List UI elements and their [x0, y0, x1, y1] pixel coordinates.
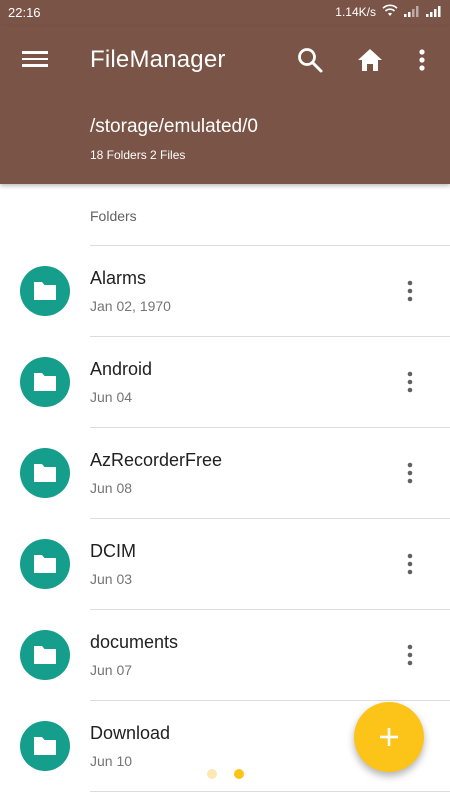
folder-avatar: [20, 539, 70, 589]
folder-list-item[interactable]: documents Jun 07: [0, 610, 450, 701]
folder-icon: [34, 646, 56, 664]
menu-button[interactable]: [22, 48, 48, 74]
folder-list-item[interactable]: Alarms Jan 02, 1970: [0, 246, 450, 337]
folder-name: AzRecorderFree: [90, 450, 223, 470]
folder-name: Android: [90, 359, 153, 379]
folder-date: Jun 08: [90, 480, 133, 496]
folder-avatar: [20, 266, 70, 316]
page-dot: [207, 769, 217, 779]
folder-icon: [34, 464, 56, 482]
add-button[interactable]: [354, 702, 424, 772]
folder-icon: [34, 737, 56, 755]
folder-name: Alarms: [90, 268, 147, 288]
folder-options-button[interactable]: [404, 370, 416, 394]
folder-name: documents: [90, 632, 179, 652]
more-vert-icon: [407, 371, 413, 393]
folder-name: DCIM: [90, 541, 136, 561]
folder-list-item[interactable]: AzRecorderFree Jun 08: [0, 428, 450, 519]
folder-date: Jan 02, 1970: [90, 298, 171, 314]
folder-list-item[interactable]: Android Jun 04: [0, 337, 450, 428]
network-speed: 1.14K/s: [335, 5, 376, 19]
status-bar: 22:16 1.14K/s: [0, 0, 450, 26]
more-vert-icon: [407, 553, 413, 575]
app-bar: FileManager /storage/emulated/0 18 Folde…: [0, 26, 450, 184]
search-icon: [298, 48, 323, 73]
folder-options-button[interactable]: [404, 461, 416, 485]
folder-date: Jun 10: [90, 753, 133, 769]
home-button[interactable]: [356, 46, 384, 74]
folder-icon: [34, 373, 56, 391]
status-icons: 1.14K/s: [335, 4, 442, 20]
folder-avatar: [20, 448, 70, 498]
folder-name: Download: [90, 723, 171, 743]
folder-file-count: 18 Folders 2 Files: [90, 148, 186, 162]
more-vert-icon: [419, 49, 425, 71]
more-vert-icon: [407, 280, 413, 302]
more-vert-icon: [407, 644, 413, 666]
folder-options-button[interactable]: [404, 552, 416, 576]
section-header-folders: Folders: [90, 208, 137, 224]
page-indicator: [207, 769, 244, 779]
page-dot: [234, 769, 244, 779]
folder-avatar: [20, 357, 70, 407]
status-time: 22:16: [8, 5, 41, 20]
folder-date: Jun 07: [90, 662, 133, 678]
folder-icon: [34, 282, 56, 300]
wifi-icon: [382, 4, 398, 20]
folder-icon: [34, 555, 56, 573]
signal-icon: [404, 5, 420, 20]
folder-date: Jun 03: [90, 571, 133, 587]
folder-avatar: [20, 630, 70, 680]
signal-icon: [426, 5, 442, 20]
more-vert-icon: [407, 462, 413, 484]
folder-list-item[interactable]: DCIM Jun 03: [0, 519, 450, 610]
search-button[interactable]: [296, 46, 324, 74]
plus-icon: [380, 728, 398, 746]
folder-options-button[interactable]: [404, 279, 416, 303]
menu-icon: [22, 51, 48, 67]
folder-options-button[interactable]: [404, 643, 416, 667]
current-path: /storage/emulated/0: [90, 116, 258, 137]
home-icon: [358, 49, 382, 71]
folder-date: Jun 04: [90, 389, 133, 405]
row-divider: [90, 791, 450, 792]
folder-avatar: [20, 721, 70, 771]
app-title: FileManager: [90, 46, 226, 73]
overflow-menu-button[interactable]: [408, 46, 436, 74]
